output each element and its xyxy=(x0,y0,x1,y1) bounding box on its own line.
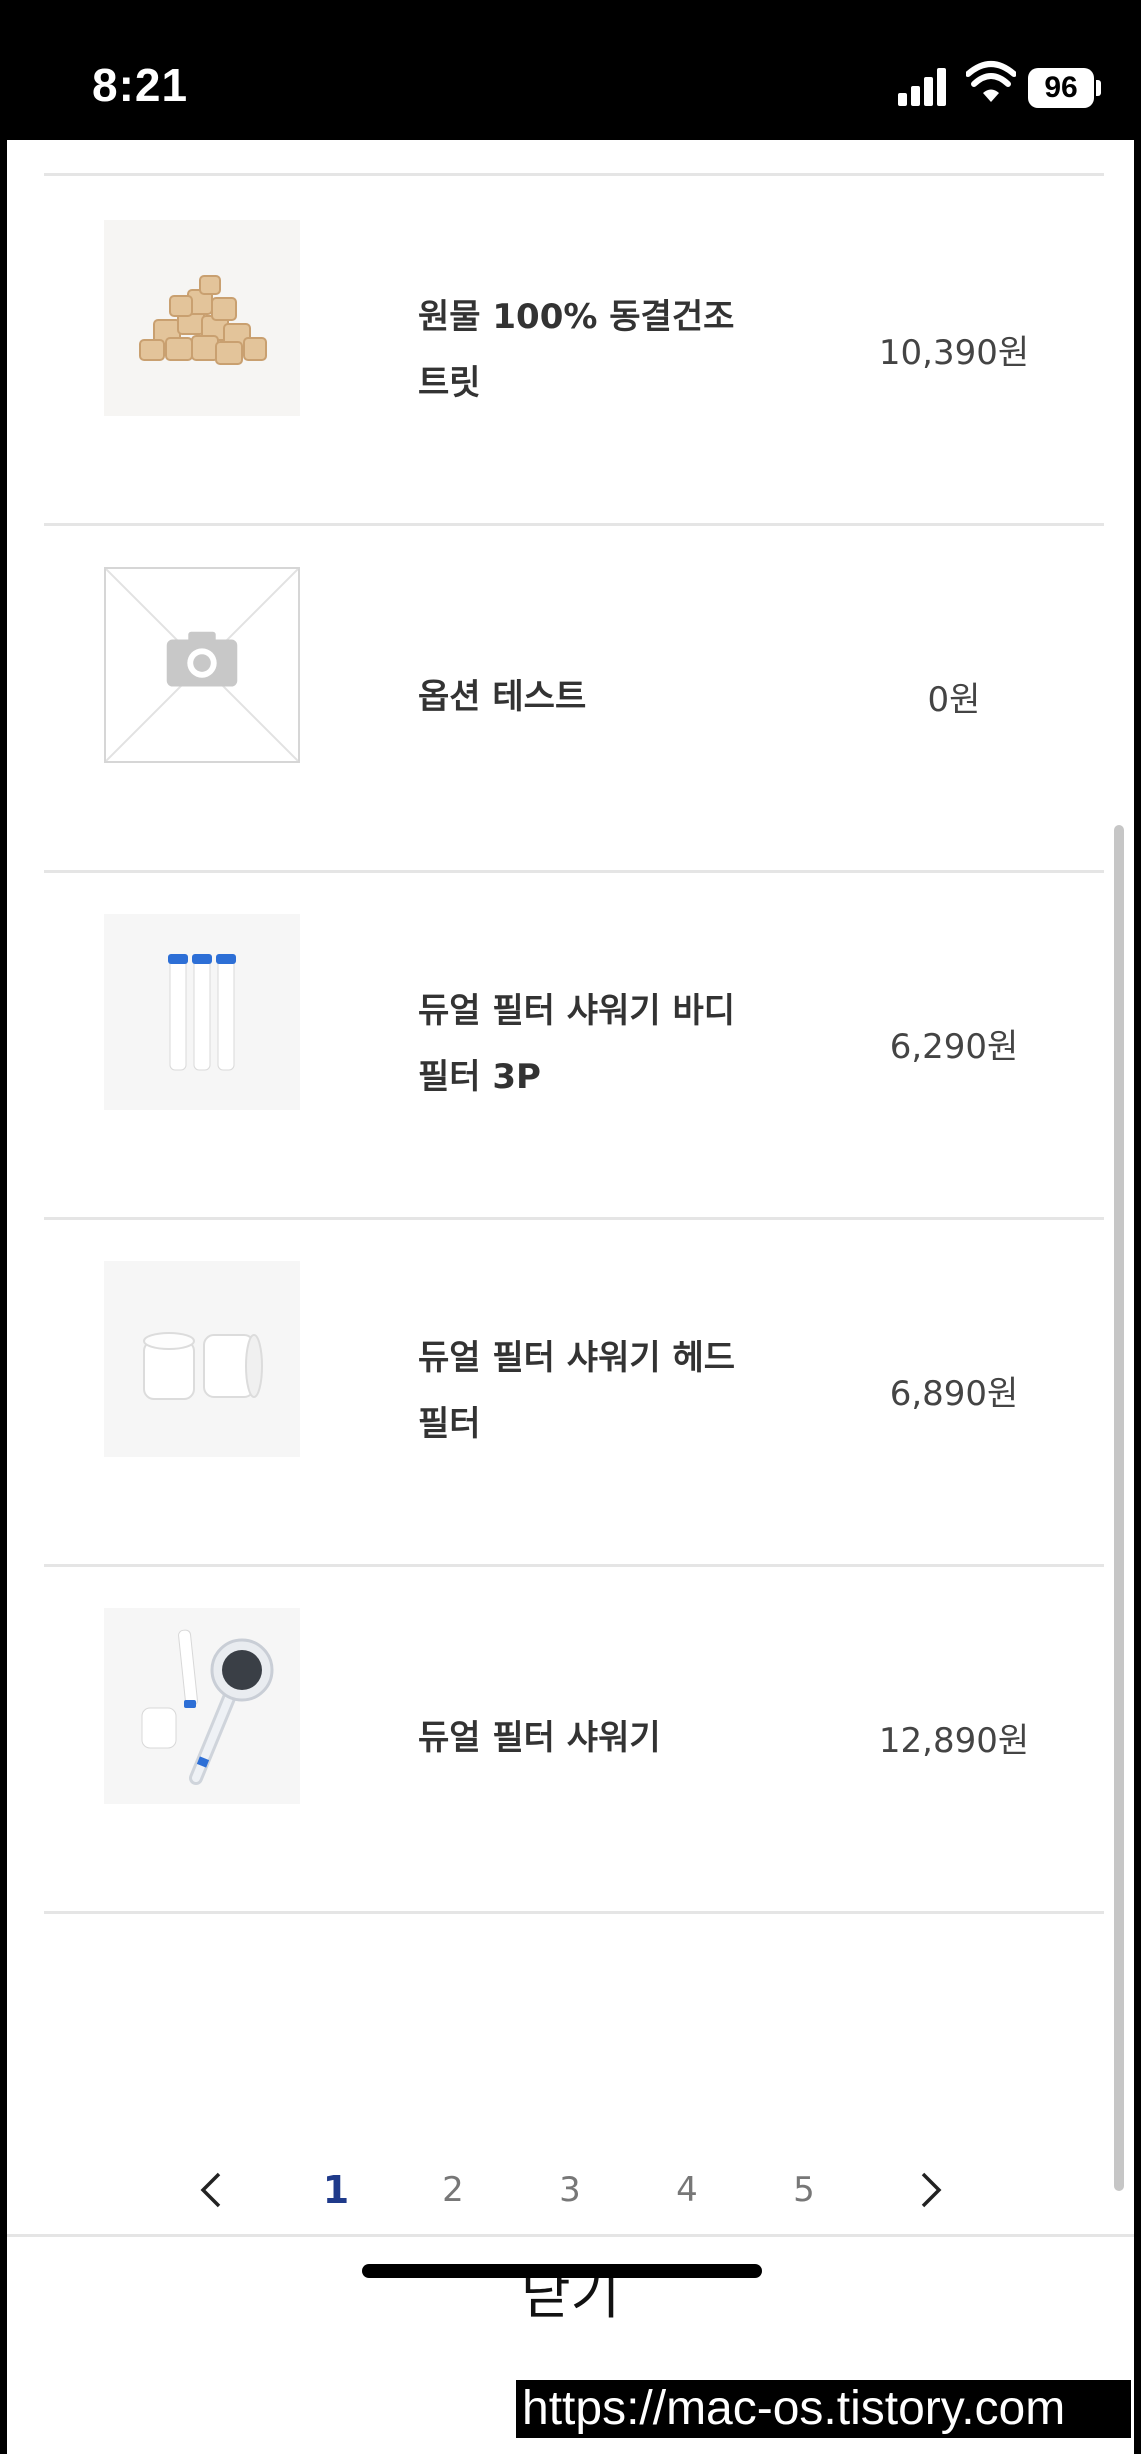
product-price: 0원 xyxy=(927,680,981,720)
freeze-dried-treat-photo xyxy=(104,220,300,416)
prev-page-button[interactable] xyxy=(181,2140,241,2240)
page-3-button[interactable]: 3 xyxy=(540,2140,600,2240)
product-row[interactable]: 옵션 테스트 0원 xyxy=(44,523,1104,873)
product-name: 듀얼 필터 샤워기 바디필터 3P xyxy=(418,990,736,1097)
product-price: 6,890원 xyxy=(889,1374,1019,1414)
body-filter-3p-photo xyxy=(104,914,300,1110)
product-name: 듀얼 필터 샤워기 헤드필터 xyxy=(418,1337,736,1444)
product-row[interactable]: 듀얼 필터 샤워기 헤드필터 6,890원 xyxy=(44,1217,1104,1567)
product-price: 12,890원 xyxy=(878,1721,1030,1761)
status-bar: 8:21 96 xyxy=(0,0,1141,140)
product-price: 6,290원 xyxy=(889,1027,1019,1067)
battery-cap-icon xyxy=(1096,80,1101,96)
product-row[interactable]: 듀얼 필터 샤워기 바디필터 3P 6,290원 xyxy=(44,870,1104,1220)
pagination: 1 2 3 4 5 xyxy=(7,2140,1134,2240)
shower-head-photo xyxy=(104,1608,300,1804)
page-2-button[interactable]: 2 xyxy=(423,2140,483,2240)
close-button[interactable]: 닫기 xyxy=(407,2237,734,2353)
watermark: https://mac-os.tistory.com xyxy=(516,2380,1131,2438)
product-row[interactable]: 원물 100% 동결건조 트릿 10,390원 xyxy=(44,176,1104,526)
page-4-button[interactable]: 4 xyxy=(657,2140,717,2240)
head-filter-photo xyxy=(104,1261,300,1457)
product-name: 원물 100% 동결건조 트릿 xyxy=(418,296,735,403)
next-page-button[interactable] xyxy=(901,2140,961,2240)
product-row[interactable]: 듀얼 필터 샤워기 12,890원 xyxy=(44,1564,1104,1914)
product-name: 듀얼 필터 샤워기 xyxy=(418,1717,661,1758)
page-5-button[interactable]: 5 xyxy=(774,2140,834,2240)
wifi-icon xyxy=(965,60,1017,106)
cellular-signal-icon xyxy=(898,66,950,106)
camera-placeholder-icon xyxy=(104,567,300,763)
status-time: 8:21 xyxy=(92,59,189,111)
home-indicator[interactable] xyxy=(362,2264,762,2278)
page-1-button[interactable]: 1 xyxy=(306,2140,366,2240)
battery-indicator: 96 xyxy=(1028,68,1094,108)
product-list-sheet: 원물 100% 동결건조 트릿 10,390원 옵션 테스트 0원 듀얼 필터 … xyxy=(7,140,1134,2454)
product-name: 옵션 테스트 xyxy=(418,676,587,717)
product-price: 10,390원 xyxy=(878,333,1030,373)
scrollbar[interactable] xyxy=(1114,825,1124,2191)
